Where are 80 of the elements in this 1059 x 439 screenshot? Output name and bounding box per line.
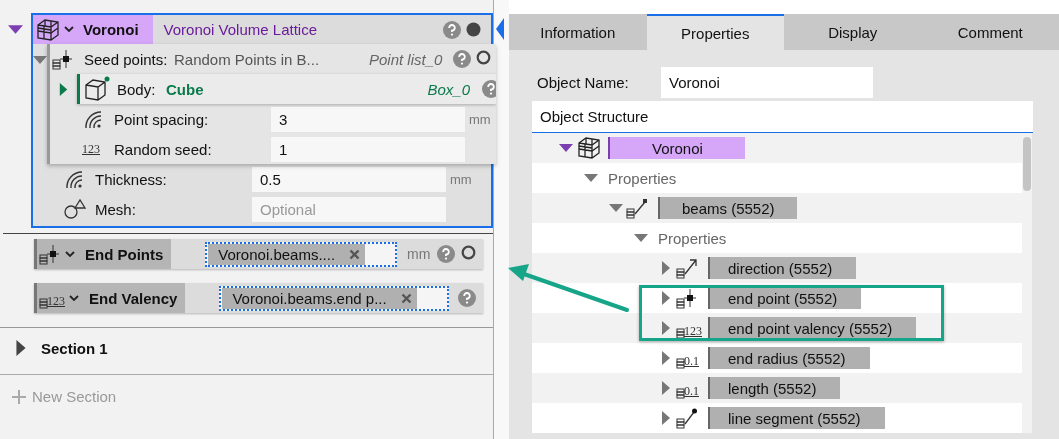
help-icon[interactable]	[443, 20, 461, 39]
chip-label: Voronoi.beams.end p...	[232, 289, 387, 307]
status-circle[interactable]	[461, 245, 476, 260]
tree-item[interactable]: Voronoi	[608, 137, 745, 159]
mesh-icon	[63, 198, 87, 220]
field-label: Body:	[117, 80, 157, 98]
point-icon	[39, 243, 61, 265]
number-field[interactable]: 0.5	[252, 166, 446, 192]
line-segment-icon	[676, 407, 698, 429]
arcs-icon	[82, 108, 104, 130]
status-dot[interactable]	[466, 22, 481, 37]
tab[interactable]: Display	[784, 14, 922, 50]
lattice-cube-icon	[576, 136, 602, 160]
output-tag[interactable]: End Points	[34, 239, 172, 269]
help-icon[interactable]	[453, 50, 471, 68]
body-value: Cube	[166, 80, 204, 98]
point-icon	[676, 287, 698, 309]
help-icon[interactable]	[482, 80, 496, 98]
direction-arrow-icon	[676, 257, 698, 279]
tree-item[interactable]: end point valency (5552)	[708, 317, 917, 339]
output-tag[interactable]: 123 End Valency	[34, 283, 186, 313]
remove-icon[interactable]	[400, 292, 412, 304]
tree-group-label[interactable]: Properties	[658, 229, 727, 247]
field-label: Thickness:	[95, 170, 168, 188]
tree-group-label[interactable]: Properties	[608, 169, 677, 187]
tab[interactable]: Comment	[921, 14, 1059, 50]
field-label: Object Name:	[537, 74, 630, 91]
tree-item[interactable]: beams (5552)	[658, 197, 797, 219]
node-name: Voronoi	[83, 21, 139, 38]
help-icon[interactable]	[458, 289, 476, 307]
tag-field[interactable]: Voronoi.beams....	[205, 241, 398, 267]
scrollbar[interactable]	[1022, 133, 1032, 433]
output-name: End Valency	[89, 289, 178, 307]
tree-item[interactable]: end radius (5552)	[708, 347, 870, 369]
node-title: Voronoi Volume Lattice	[163, 21, 317, 38]
status-circle[interactable]	[476, 50, 491, 65]
field-label: Seed points:	[84, 50, 169, 68]
reference-label: Box_0	[427, 80, 470, 98]
plus-icon	[12, 389, 26, 404]
reference-chip[interactable]: Voronoi.beams.end p...	[222, 287, 417, 309]
reference-chip[interactable]: Voronoi.beams....	[208, 243, 366, 265]
mesh-field[interactable]: Optional	[252, 196, 446, 222]
seed-points-value: Random Points in B...	[174, 50, 321, 68]
tree-item[interactable]: end point (5552)	[708, 287, 862, 309]
number-field[interactable]: 3	[271, 106, 465, 132]
cube-icon	[83, 76, 111, 102]
chevron-icon[interactable]	[65, 250, 75, 258]
node-card[interactable]: Voronoi Voronoi Volume Lattice Seed points: Random Points in B... Point list_0 Body: Cube Box_0 Point spacing: 3 mm 123 Random seed: 1 Thickness: 0.5 mm Mesh: Optional	[31, 13, 493, 228]
remove-icon[interactable]	[349, 248, 361, 260]
section-title: Section 1	[41, 339, 108, 357]
number-icon: 123	[82, 141, 100, 157]
collapse-triangle[interactable]	[8, 22, 23, 37]
body-link-row[interactable]: Body: Cube Box_0	[77, 74, 496, 104]
tree-item[interactable]: line segment (5552)	[708, 407, 885, 429]
beam-icon	[626, 197, 648, 219]
number-field[interactable]: 1	[271, 136, 465, 162]
structure-header: Object Structure	[532, 101, 1033, 133]
output-name: End Points	[85, 245, 164, 263]
chevron-icon[interactable]	[69, 294, 79, 302]
arcs-icon	[63, 168, 85, 190]
section-header[interactable]: Section 1	[0, 328, 493, 368]
field-label: Mesh:	[95, 200, 137, 218]
tree-item[interactable]: direction (5552)	[708, 257, 857, 279]
unit-label: mm	[469, 111, 491, 127]
expand-triangle[interactable]	[57, 82, 70, 96]
object-name-field[interactable]: Voronoi	[661, 67, 873, 98]
chip-label: Voronoi.beams....	[218, 245, 336, 263]
field-label: Random seed:	[114, 140, 213, 158]
node-name-tag[interactable]: Voronoi	[33, 15, 153, 44]
tab[interactable]: Information	[509, 14, 647, 50]
unit-label: mm	[407, 246, 431, 262]
help-icon[interactable]	[437, 245, 455, 263]
tree-item[interactable]: length (5552)	[708, 377, 841, 399]
field-label: Point spacing:	[114, 110, 210, 128]
lattice-cube-icon	[35, 17, 61, 42]
chevron-icon[interactable]	[64, 26, 74, 33]
reference-label: Point list_0	[369, 50, 443, 68]
unit-label: mm	[450, 171, 472, 187]
point-icon	[52, 48, 74, 70]
tag-field[interactable]: Voronoi.beams.end p...	[219, 285, 449, 311]
